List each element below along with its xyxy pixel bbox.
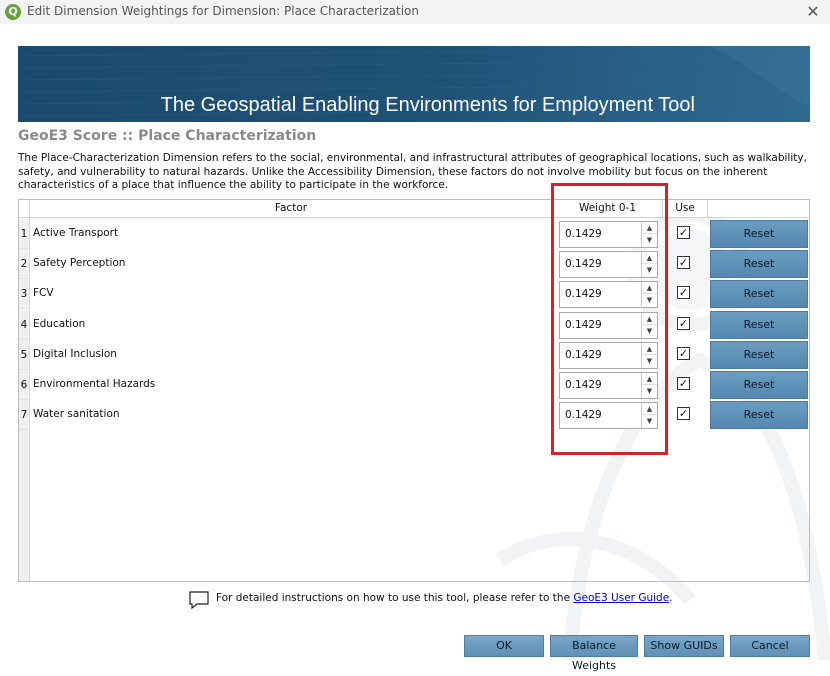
info-text-suffix: . [669, 592, 673, 604]
info-text: For detailed instructions on how to use … [216, 592, 673, 604]
factor-name: Education [33, 318, 86, 330]
weightings-table: Factor Weight 0-1 Use 1 Active Transport 0… [18, 199, 810, 582]
reset-button[interactable]: Reset [710, 280, 808, 308]
weight-column-highlight [551, 183, 668, 455]
info-text-body: For detailed instructions on how to use … [216, 592, 574, 604]
window-title: Edit Dimension Weightings for Dimension:… [27, 4, 419, 18]
use-checkbox[interactable]: ✓ [677, 256, 690, 269]
checkmark-icon: ✓ [678, 226, 689, 239]
use-checkbox[interactable]: ✓ [677, 317, 690, 330]
row-header-filler [19, 429, 30, 581]
dimension-description: The Place-Characterization Dimension ref… [18, 152, 807, 191]
use-checkbox[interactable]: ✓ [677, 347, 690, 360]
row-number[interactable]: 6 [19, 370, 30, 400]
checkmark-icon: ✓ [678, 317, 689, 330]
checkmark-icon: ✓ [678, 286, 689, 299]
factor-name: Safety Perception [33, 257, 126, 269]
row-number[interactable]: 1 [19, 219, 30, 249]
title-bar: Q Edit Dimension Weightings for Dimensio… [0, 0, 830, 24]
checkmark-icon: ✓ [678, 347, 689, 360]
factor-name: Active Transport [33, 227, 119, 239]
cancel-button[interactable]: Cancel [730, 635, 810, 657]
close-icon[interactable]: ✕ [804, 2, 822, 21]
factor-name: Environmental Hazards [33, 378, 156, 390]
reset-button[interactable]: Reset [710, 250, 808, 278]
reset-button[interactable]: Reset [710, 311, 808, 339]
reset-button[interactable]: Reset [710, 401, 808, 429]
banner-title: The Geospatial Enabling Environments for… [160, 94, 695, 116]
row-number[interactable]: 5 [19, 340, 30, 370]
checkmark-icon: ✓ [678, 377, 689, 390]
qgis-app-icon: Q [5, 4, 21, 20]
row-number[interactable]: 7 [19, 400, 30, 430]
checkmark-icon: ✓ [678, 256, 689, 269]
ok-button[interactable]: OK [464, 635, 544, 657]
use-checkbox[interactable]: ✓ [677, 377, 690, 390]
user-guide-link[interactable]: GeoE3 User Guide [573, 592, 669, 604]
use-checkbox[interactable]: ✓ [677, 407, 690, 420]
reset-button[interactable]: Reset [710, 220, 808, 248]
show-guids-button[interactable]: Show GUIDs [644, 635, 724, 657]
factor-name: Digital Inclusion [33, 348, 117, 360]
checkmark-icon: ✓ [678, 407, 689, 420]
use-checkbox[interactable]: ✓ [677, 286, 690, 299]
balance-weights-button[interactable]: Balance Weights [550, 635, 638, 672]
header-banner: The Geospatial Enabling Environments for… [18, 46, 810, 122]
reset-button[interactable]: Reset [710, 371, 808, 399]
corner-header [19, 200, 30, 218]
info-line: For detailed instructions on how to use … [188, 590, 673, 612]
score-title: GeoE3 Score :: Place Characterization [18, 128, 317, 144]
row-number[interactable]: 4 [19, 310, 30, 340]
reset-button[interactable]: Reset [710, 341, 808, 369]
header-factor[interactable]: Factor [30, 200, 553, 218]
row-number[interactable]: 3 [19, 279, 30, 309]
speech-bubble-icon [189, 591, 209, 610]
factor-name: Water sanitation [33, 408, 120, 420]
header-reset[interactable] [708, 200, 809, 218]
row-number[interactable]: 2 [19, 249, 30, 279]
use-checkbox[interactable]: ✓ [677, 226, 690, 239]
factor-name: FCV [33, 287, 54, 299]
header-use[interactable]: Use [663, 200, 708, 218]
